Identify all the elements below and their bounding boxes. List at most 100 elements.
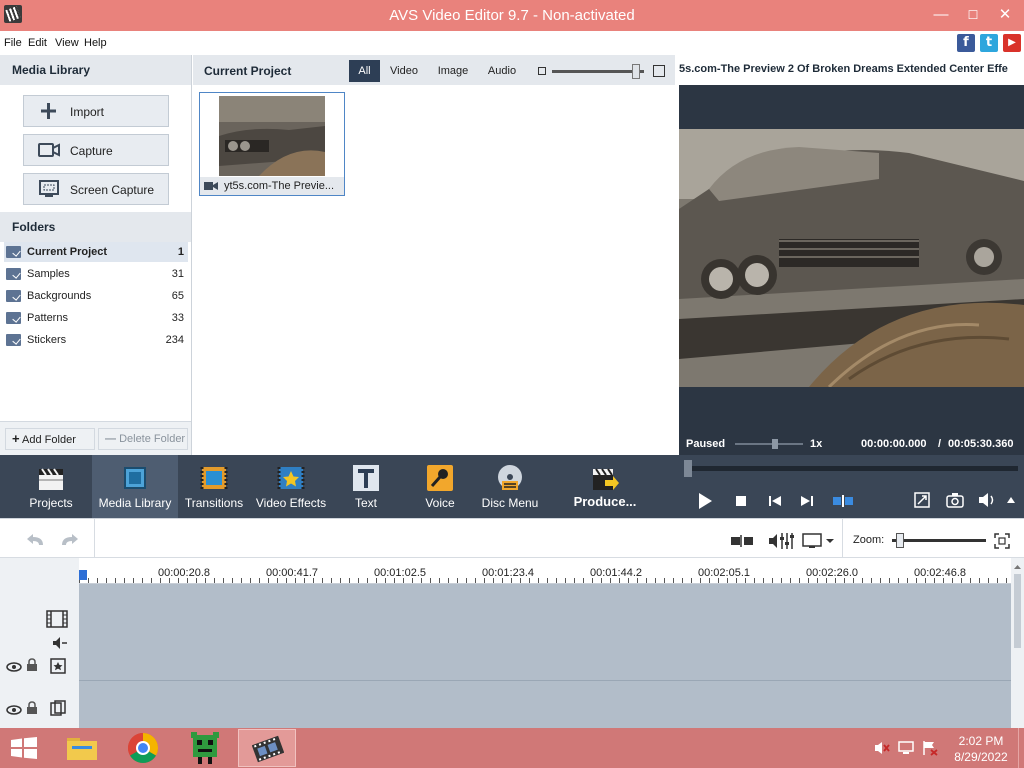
slider-handle[interactable]: [896, 533, 904, 548]
fullscreen-icon[interactable]: [914, 492, 930, 508]
game-app-taskbar[interactable]: [176, 729, 234, 767]
scroll-thumb[interactable]: [1014, 574, 1021, 648]
menu-view[interactable]: View: [55, 37, 79, 49]
menu-file[interactable]: File: [4, 37, 22, 49]
stop-icon[interactable]: [735, 495, 747, 507]
menu-edit[interactable]: Edit: [28, 37, 47, 49]
snapshot-icon[interactable]: [946, 492, 964, 508]
close-button[interactable]: ✕: [990, 4, 1020, 26]
speed-slider[interactable]: [735, 439, 803, 449]
undo-icon[interactable]: [25, 533, 47, 547]
menu-help[interactable]: Help: [84, 37, 107, 49]
show-desktop-button[interactable]: [1018, 728, 1024, 768]
preview-panel: 5s.com-The Preview 2 Of Broken Dreams Ex…: [679, 55, 1024, 455]
previous-frame-icon[interactable]: [768, 495, 782, 507]
disc-menu-button[interactable]: Disc Menu: [480, 455, 540, 518]
media-library-button[interactable]: Media Library: [92, 455, 178, 518]
filter-all-tab[interactable]: All: [349, 60, 380, 82]
ruler-ticks: [79, 578, 1011, 583]
windows-start-icon[interactable]: [10, 737, 38, 759]
scroll-up-icon[interactable]: [1013, 564, 1022, 570]
filter-audio-tab[interactable]: Audio: [483, 60, 521, 82]
media-item[interactable]: yt5s.com-The Previe...: [199, 92, 345, 196]
current-time: 00:00:00.000: [861, 438, 927, 450]
volume-dropdown-icon[interactable]: [1006, 496, 1016, 504]
eye-icon[interactable]: [6, 705, 22, 715]
split-icon[interactable]: [832, 495, 854, 507]
folder-stickers[interactable]: Stickers 234: [4, 330, 188, 350]
toolbar-divider: [94, 519, 95, 558]
redo-icon[interactable]: [58, 533, 80, 547]
audio-mixer-icon[interactable]: [768, 531, 794, 551]
lock-icon[interactable]: [26, 658, 38, 672]
clock-date: 8/29/2022: [954, 750, 1008, 764]
produce-button[interactable]: Produce...: [568, 455, 642, 518]
microphone-icon: [427, 465, 453, 491]
mute-icon[interactable]: [52, 636, 68, 650]
ruler-label: 00:01:23.4: [482, 567, 534, 579]
lock-icon[interactable]: [26, 701, 38, 715]
text-button[interactable]: Text: [340, 455, 392, 518]
folder-name: Backgrounds: [27, 290, 92, 302]
playhead-marker[interactable]: [79, 570, 87, 580]
text-icon: [353, 465, 379, 491]
ruler-label: 00:01:02.5: [374, 567, 426, 579]
chrome-taskbar[interactable]: [114, 729, 172, 767]
track-divider: [79, 680, 1011, 681]
seek-bar[interactable]: [684, 460, 1018, 477]
youtube-icon[interactable]: ▶: [1003, 34, 1021, 52]
delete-folder-button[interactable]: — Delete Folder: [98, 428, 188, 450]
voice-button[interactable]: Voice: [414, 455, 466, 518]
facebook-icon[interactable]: f: [957, 34, 975, 52]
slider-handle[interactable]: [772, 439, 778, 449]
capture-button[interactable]: Capture: [23, 134, 169, 166]
media-thumbnail: [219, 96, 325, 176]
small-thumbnails-icon[interactable]: [538, 67, 546, 75]
video-effects-button[interactable]: Video Effects: [254, 455, 328, 518]
aspect-ratio-icon[interactable]: [802, 533, 834, 549]
transitions-button[interactable]: Transitions: [184, 455, 244, 518]
avs-video-editor-taskbar[interactable]: [238, 729, 296, 767]
add-folder-button[interactable]: + Add Folder: [5, 428, 95, 450]
screen-capture-button[interactable]: Screen Capture: [23, 173, 169, 205]
zoom-slider[interactable]: [892, 533, 986, 548]
split-clip-icon[interactable]: [730, 534, 754, 548]
play-icon[interactable]: [696, 492, 714, 510]
import-button[interactable]: Import: [23, 95, 169, 127]
folder-samples[interactable]: Samples 31: [4, 264, 188, 284]
slider-handle[interactable]: [632, 64, 640, 79]
video-preview[interactable]: [679, 129, 1024, 387]
timeline-tracks[interactable]: [79, 584, 1011, 728]
file-explorer-taskbar[interactable]: [52, 729, 110, 767]
speaker-muted-icon[interactable]: [874, 741, 890, 755]
fit-timeline-icon[interactable]: [994, 533, 1010, 549]
ruler-label: 00:02:26.0: [806, 567, 858, 579]
seek-handle[interactable]: [684, 460, 692, 477]
minimize-button[interactable]: —: [926, 4, 956, 26]
timeline-scrollbar[interactable]: [1011, 558, 1024, 728]
ruler-label: 00:00:41.7: [266, 567, 318, 579]
clapper-icon: [39, 468, 63, 490]
filter-video-tab[interactable]: Video: [385, 60, 423, 82]
folder-patterns[interactable]: Patterns 33: [4, 308, 188, 328]
large-thumbnails-icon[interactable]: [653, 65, 665, 77]
thumbnail-size-slider[interactable]: [552, 64, 644, 79]
import-label: Import: [70, 105, 105, 119]
timeline-ruler: 00:00:20.8 00:00:41.7 00:01:02.5 00:01:2…: [79, 558, 1011, 584]
plus-icon: [41, 103, 56, 119]
eye-icon[interactable]: [6, 662, 22, 672]
volume-icon[interactable]: [978, 492, 998, 508]
projects-button[interactable]: Projects: [20, 455, 82, 518]
project-header: Current Project All Video Image Audio: [193, 55, 675, 85]
folder-backgrounds[interactable]: Backgrounds 65: [4, 286, 188, 306]
twitter-icon[interactable]: t: [980, 34, 998, 52]
restore-button[interactable]: ☐: [958, 4, 988, 26]
media-library-title: Media Library: [0, 55, 191, 85]
action-center-flag-icon[interactable]: [922, 740, 938, 756]
folder-current-project[interactable]: Current Project 1: [4, 242, 188, 262]
folders-title: Folders: [0, 212, 191, 242]
filter-image-tab[interactable]: Image: [433, 60, 473, 82]
network-icon[interactable]: [898, 740, 914, 756]
disc-menu-icon: [498, 465, 522, 490]
next-frame-icon[interactable]: [800, 495, 814, 507]
